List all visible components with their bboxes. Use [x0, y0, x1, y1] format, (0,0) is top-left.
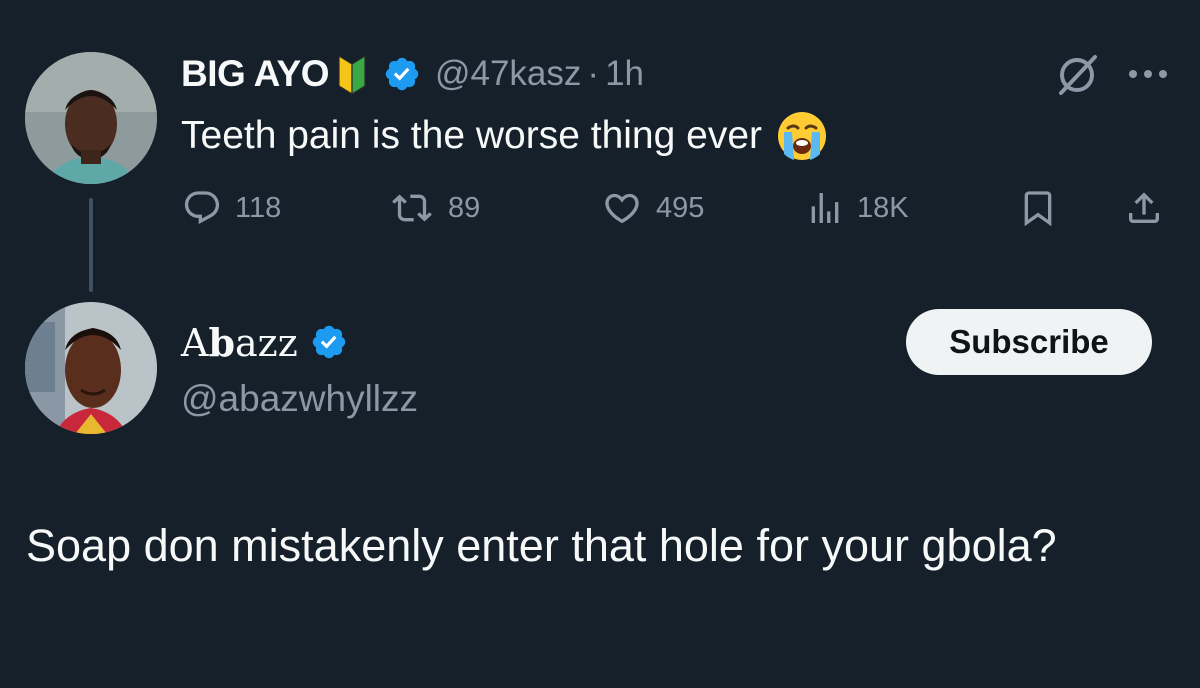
tweet-header: BIG AYO @47kasz · 1h: [181, 50, 644, 98]
thread-connector-line: [89, 198, 93, 292]
author-display-name[interactable]: BIG AYO: [181, 53, 329, 95]
repost-count: 89: [448, 191, 481, 224]
views-count: 18K: [857, 191, 909, 224]
display-name-part: A: [181, 320, 209, 365]
reply-text: Soap don mistakenly enter that hole for …: [26, 520, 1057, 571]
tweet-timestamp[interactable]: 1h: [605, 54, 644, 94]
avatar-photo: [25, 302, 157, 434]
loudly-crying-face-emoji-icon: [776, 110, 828, 162]
reply-author-handle[interactable]: @abazwhyllzz: [181, 378, 418, 420]
tweet-text-content: Teeth pain is the worse thing ever: [181, 114, 763, 157]
reply-count: 118: [235, 191, 282, 224]
more-options-icon[interactable]: [1127, 64, 1169, 84]
verified-badge-icon[interactable]: [310, 323, 348, 361]
author-avatar[interactable]: [25, 52, 157, 184]
reply-icon: [184, 191, 220, 225]
repost-button[interactable]: 89: [388, 184, 480, 232]
share-icon: [1129, 192, 1159, 223]
subscribe-button[interactable]: Subscribe: [906, 309, 1152, 375]
reply-header: Abazz: [181, 318, 348, 366]
verified-badge-icon[interactable]: [383, 55, 421, 93]
reply-author-display-name[interactable]: Abazz: [181, 320, 298, 365]
avatar-photo: [25, 52, 157, 184]
views-chart-icon: [811, 193, 839, 223]
display-name-part-bold: b: [208, 319, 236, 365]
author-handle[interactable]: @47kasz: [435, 54, 581, 94]
reply-author-avatar[interactable]: [25, 302, 157, 434]
bookmark-icon: [1024, 191, 1052, 227]
separator-dot: ·: [587, 54, 600, 93]
views-button[interactable]: 18K: [805, 184, 909, 232]
like-button[interactable]: 495: [600, 184, 704, 232]
repost-icon: [392, 194, 432, 222]
tweet-text: Teeth pain is the worse thing ever: [181, 110, 828, 162]
reply-button[interactable]: 118: [181, 184, 281, 232]
heart-icon: [605, 193, 639, 224]
display-name-part: azz: [235, 320, 298, 365]
grok-icon[interactable]: [1053, 53, 1103, 97]
beginner-badge-icon: [337, 52, 367, 96]
bookmark-button[interactable]: [1018, 184, 1058, 232]
like-count: 495: [656, 191, 705, 224]
share-button[interactable]: [1124, 184, 1164, 232]
